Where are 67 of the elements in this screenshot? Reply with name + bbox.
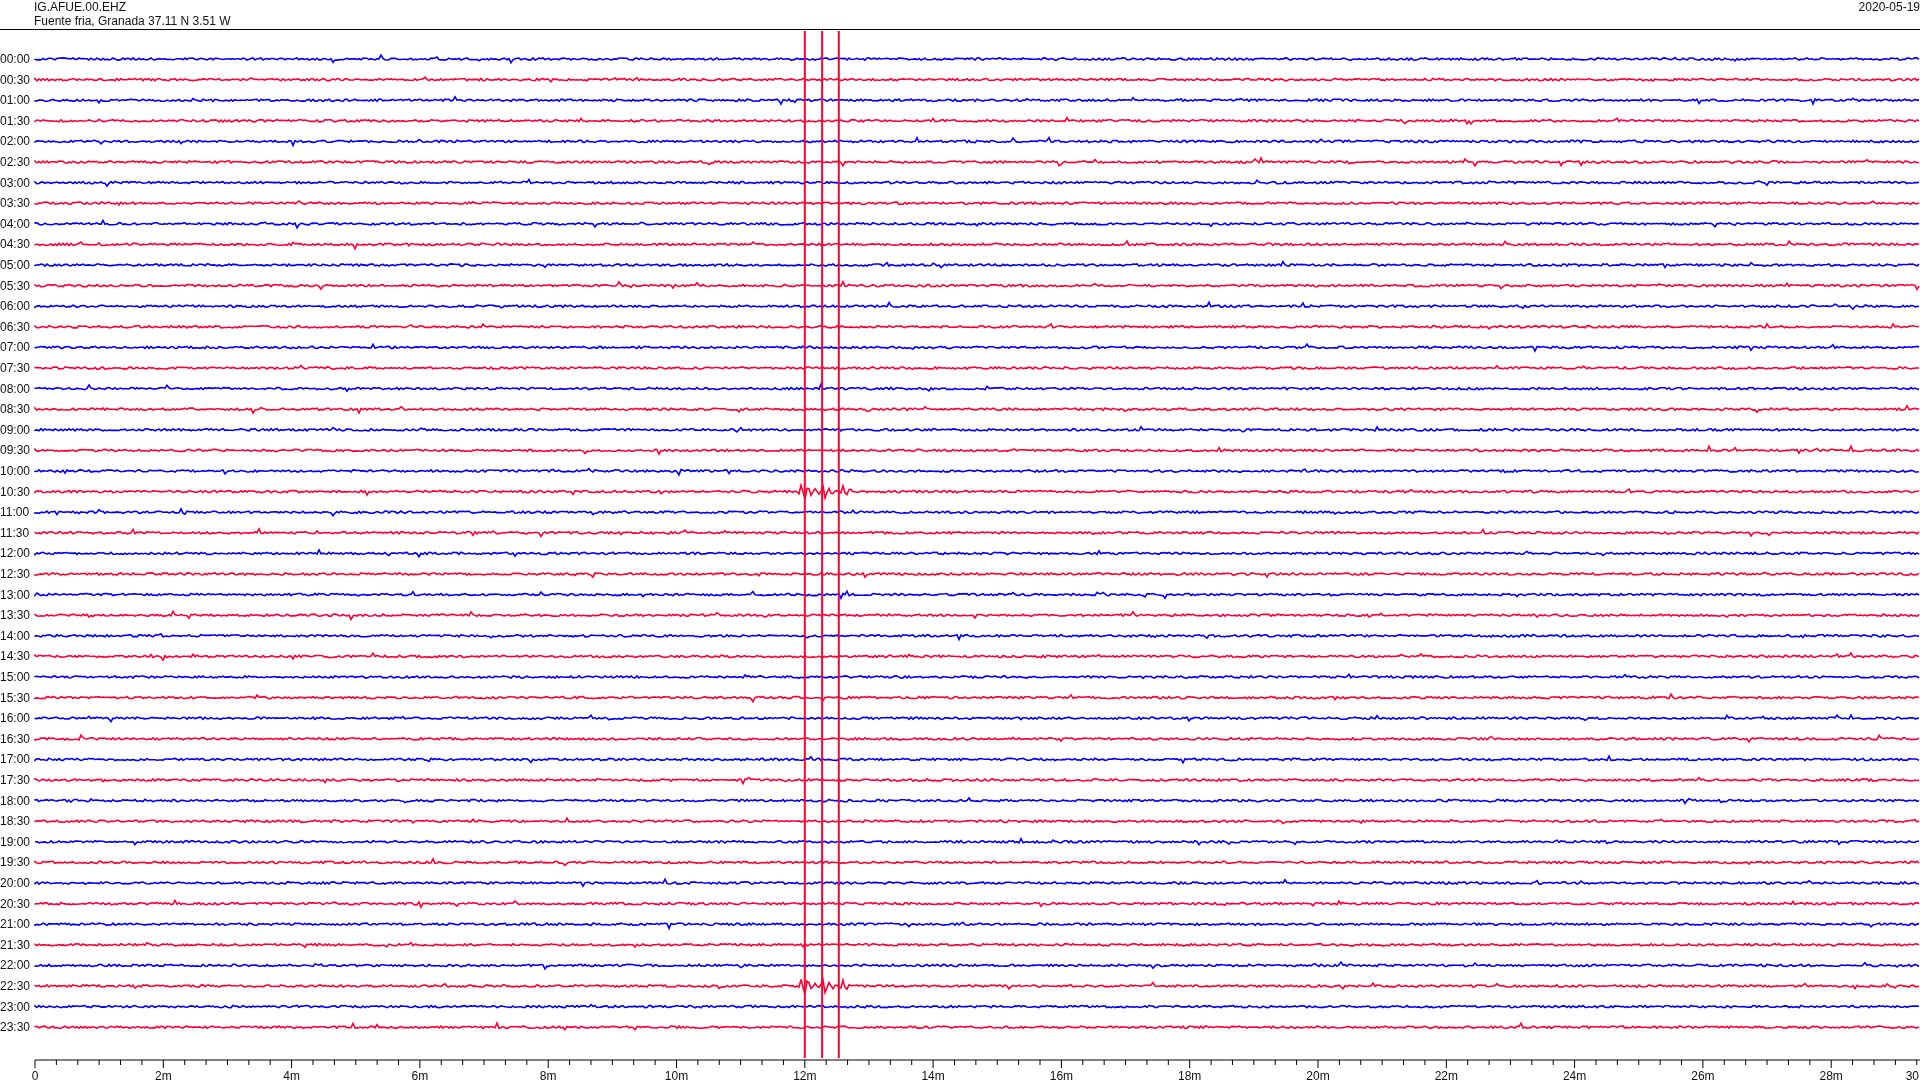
- time-label: 17:30: [0, 773, 31, 787]
- time-label: 11:00: [0, 505, 30, 520]
- time-label: 17:00: [0, 752, 31, 767]
- time-label: 23:30: [0, 1020, 31, 1035]
- time-label: 07:30: [0, 361, 31, 375]
- time-label: 09:30: [0, 443, 31, 458]
- time-label: 09:00: [0, 422, 31, 437]
- time-label: 04:30: [0, 237, 31, 252]
- time-label: 11:30: [0, 525, 30, 540]
- axis-label: 8m: [539, 1069, 557, 1080]
- time-label: 22:30: [0, 979, 31, 993]
- axis-label: 22m: [1434, 1069, 1458, 1080]
- time-label: 14:00: [0, 628, 31, 643]
- time-label: 12:00: [0, 546, 31, 561]
- time-label: 19:30: [0, 855, 31, 870]
- time-label: 15:30: [0, 690, 31, 705]
- time-label: 13:30: [0, 608, 31, 623]
- time-label: 13:00: [0, 587, 31, 602]
- axis-label: 20m: [1306, 1069, 1330, 1080]
- axis-label: 0: [31, 1069, 39, 1080]
- time-label: 08:00: [0, 381, 31, 396]
- time-label: 18:00: [0, 793, 31, 808]
- time-label: 05:30: [0, 278, 31, 293]
- time-label: 01:30: [0, 113, 31, 128]
- time-label: 21:30: [0, 937, 31, 952]
- time-label: 03:00: [0, 175, 31, 190]
- time-label: 01:00: [0, 93, 31, 108]
- time-label: 06:30: [0, 319, 31, 334]
- axis-label: 12m: [793, 1069, 817, 1080]
- time-label: 21:00: [0, 917, 31, 932]
- time-label: 23:00: [0, 999, 31, 1014]
- time-label: 02:30: [0, 155, 31, 169]
- time-label: 12:30: [0, 567, 31, 581]
- axis-label: 2m: [154, 1069, 172, 1080]
- station-location: Fuente fria, Granada 37.11 N 3.51 W: [34, 14, 231, 28]
- time-label: 10:00: [0, 464, 31, 478]
- time-label: 19:00: [0, 834, 31, 849]
- time-label: 05:00: [0, 258, 31, 272]
- time-label: 03:30: [0, 196, 31, 211]
- time-label: 16:00: [0, 711, 31, 726]
- time-label: 08:30: [0, 402, 31, 417]
- time-label: 10:30: [0, 484, 31, 499]
- axis-label: 16m: [1049, 1069, 1074, 1080]
- axis-label: 24m: [1562, 1069, 1587, 1080]
- time-label: 00:30: [0, 72, 31, 87]
- time-label: 20:00: [0, 876, 31, 890]
- axis-label: 28m: [1819, 1069, 1843, 1080]
- time-label: 15:00: [0, 670, 31, 684]
- time-label: 07:00: [0, 340, 31, 355]
- axis-label: 4m: [283, 1069, 300, 1080]
- axis-label: 30: [1905, 1069, 1919, 1080]
- time-label: 18:30: [0, 814, 31, 829]
- time-label: 00:00: [0, 52, 31, 66]
- station-code: IG.AFUE.00.EHZ: [34, 0, 128, 14]
- time-label: 14:30: [0, 649, 31, 664]
- axis-label: 10m: [664, 1069, 689, 1080]
- time-label: 04:00: [0, 216, 31, 231]
- axis-label: 26m: [1691, 1069, 1715, 1080]
- axis-label: 18m: [1178, 1069, 1202, 1080]
- time-label: 20:30: [0, 896, 31, 911]
- time-label: 16:30: [0, 731, 31, 746]
- time-label: 22:00: [0, 958, 31, 973]
- time-label: 02:00: [0, 134, 31, 149]
- date-label: 2020-05-19: [1858, 0, 1920, 16]
- axis-label: 14m: [921, 1069, 945, 1080]
- time-label: 06:00: [0, 299, 31, 314]
- axis-label: 6m: [411, 1069, 429, 1080]
